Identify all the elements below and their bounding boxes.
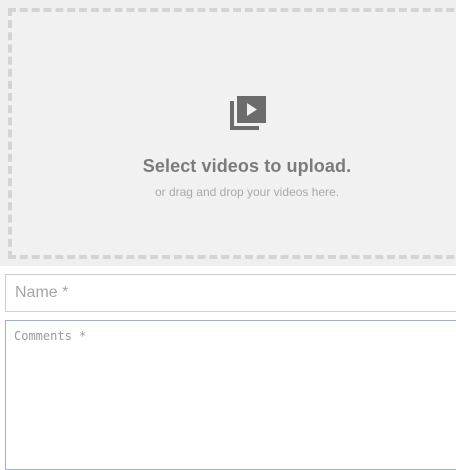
name-input[interactable]	[5, 274, 456, 312]
video-library-icon	[230, 96, 266, 130]
upload-subtitle: or drag and drop your videos here.	[154, 185, 340, 199]
upload-title: Select videos to upload.	[142, 156, 352, 176]
video-dropzone[interactable]: Select videos to upload. or drag and dro…	[8, 8, 456, 259]
comments-textarea[interactable]	[5, 320, 456, 470]
